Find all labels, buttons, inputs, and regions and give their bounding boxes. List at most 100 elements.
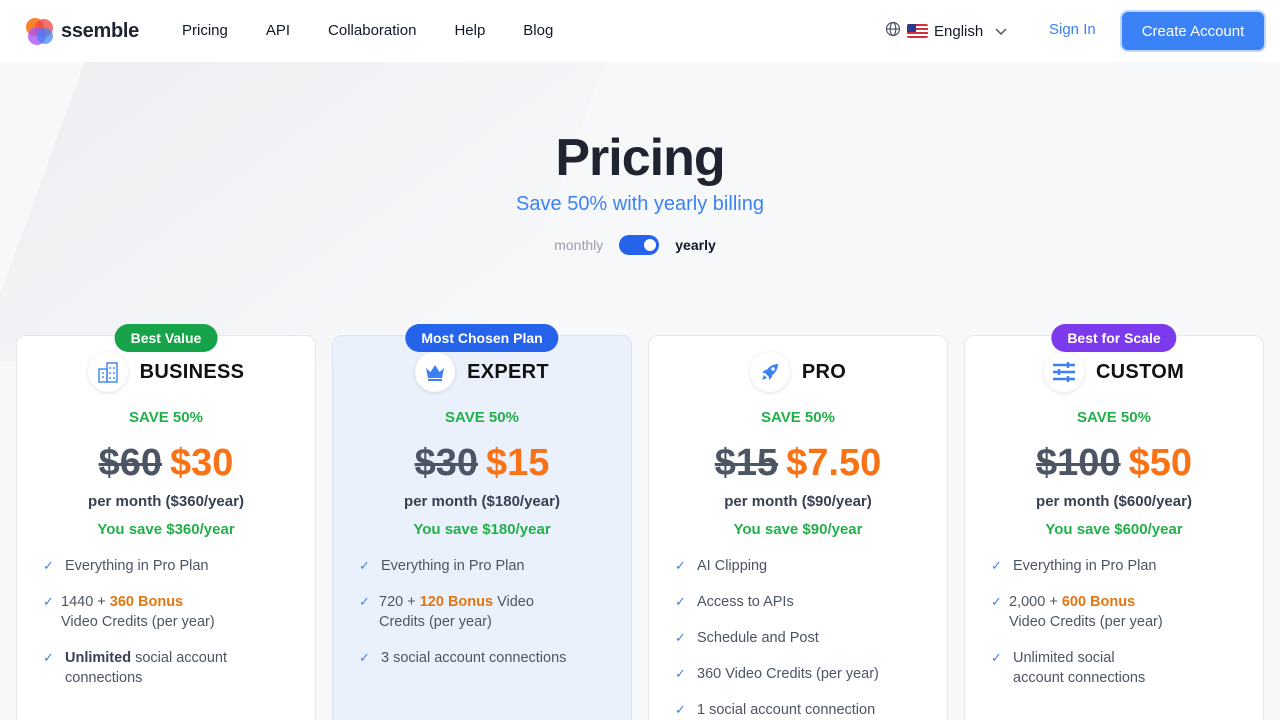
plan-card-pro: PRO SAVE 50% $15 $7.50 per month ($90/yea… xyxy=(648,335,948,720)
feature-item: ✓ 360 Video Credits (per year) xyxy=(675,666,879,682)
page-title: Pricing xyxy=(555,129,725,187)
top-navbar: ssemble Pricing API Collaboration Help B… xyxy=(0,0,1280,62)
feature-item: ✓ Everything in Pro Plan xyxy=(43,558,209,574)
feature-list: ✓ Everything in Pro Plan ✓ 1440 + 360 Bonu… xyxy=(43,556,295,704)
plan-header: CUSTOM xyxy=(965,352,1263,392)
check-icon: ✓ xyxy=(991,594,1002,609)
main-nav: Pricing API Collaboration Help Blog xyxy=(182,22,553,39)
plan-badge: Most Chosen Plan xyxy=(405,324,559,352)
plan-card-expert: Most Chosen Plan EXPERT SAVE 50% $30 $15 … xyxy=(332,324,632,720)
feature-item: ✓ Unlimited social account connections xyxy=(991,650,1146,686)
check-icon: ✓ xyxy=(43,650,54,665)
yearly-savings: You save $180/year xyxy=(413,521,551,538)
feature-item: ✓ 1440 + 360 Bonus Video Credits (per year… xyxy=(43,594,215,630)
monthly-label[interactable]: monthly xyxy=(554,237,603,253)
plan-name: BUSINESS xyxy=(139,360,245,383)
check-icon: ✓ xyxy=(359,650,370,665)
original-price: $15 xyxy=(714,442,779,484)
price-period: per month ($360/year) xyxy=(88,493,244,510)
price-period: per month ($180/year) xyxy=(404,493,560,510)
toggle-knob xyxy=(644,239,657,251)
feature-item: ✓ Access to APIs xyxy=(675,594,794,610)
rocket-icon xyxy=(749,352,790,392)
plan-name: CUSTOM xyxy=(1095,360,1185,383)
building-icon xyxy=(87,352,128,392)
language-label: English xyxy=(934,22,984,40)
nav-help[interactable]: Help xyxy=(454,22,485,39)
nav-collaboration[interactable]: Collaboration xyxy=(328,22,416,39)
yearly-savings: You save $600/year xyxy=(1045,521,1183,538)
feature-item: ✓ 1 social account connection xyxy=(675,702,876,718)
us-flag-icon xyxy=(907,24,928,38)
plan-header: EXPERT xyxy=(333,352,631,392)
nav-pricing[interactable]: Pricing xyxy=(182,22,228,39)
save-percent: SAVE 50% xyxy=(1077,409,1151,426)
save-percent: SAVE 50% xyxy=(761,409,835,426)
original-price: $60 xyxy=(98,442,162,484)
check-icon: ✓ xyxy=(991,558,1002,573)
original-price: $100 xyxy=(1036,442,1121,484)
language-selector[interactable]: English xyxy=(885,21,1007,41)
plan-badge: Best Value xyxy=(114,324,218,352)
discounted-price: $15 xyxy=(486,442,550,484)
nav-blog[interactable]: Blog xyxy=(523,22,553,39)
price-row: $30 $15 xyxy=(333,442,631,485)
original-price: $30 xyxy=(414,442,478,484)
plan-header: BUSINESS xyxy=(17,352,315,392)
plan-card-business: Best Value BUSINESS SAVE 50% $60 $30 per … xyxy=(16,324,316,720)
price-period: per month ($600/year) xyxy=(1036,493,1192,510)
plan-header: PRO xyxy=(649,352,947,392)
save-percent: SAVE 50% xyxy=(129,409,203,426)
check-icon: ✓ xyxy=(359,558,370,573)
create-account-button[interactable]: Create Account xyxy=(1122,12,1264,50)
sign-in-link[interactable]: Sign In xyxy=(1049,21,1096,38)
billing-toggle[interactable] xyxy=(619,235,660,255)
price-period: per month ($90/year) xyxy=(724,493,872,510)
feature-item: ✓ 720 + 120 Bonus Video Credits (per year… xyxy=(359,594,534,630)
yearly-label[interactable]: yearly xyxy=(675,237,715,253)
feature-item: ✓ Schedule and Post xyxy=(675,630,819,646)
discounted-price: $30 xyxy=(170,442,234,484)
bonus-credits: 120 Bonus xyxy=(419,594,494,610)
nav-api[interactable]: API xyxy=(266,22,290,39)
price-row: $15 $7.50 xyxy=(649,442,947,485)
bonus-credits: 360 Bonus xyxy=(109,594,184,610)
check-icon: ✓ xyxy=(43,558,54,573)
feature-list: ✓ AI Clipping ✓ Access to APIs ✓ Schedule a… xyxy=(675,556,927,720)
chevron-down-icon xyxy=(995,23,1007,40)
check-icon: ✓ xyxy=(675,558,686,573)
plan-name: PRO xyxy=(801,360,847,383)
discounted-price: $50 xyxy=(1128,442,1192,484)
bonus-credits: 600 Bonus xyxy=(1061,594,1136,610)
ssemble-logo-icon xyxy=(24,16,55,47)
feature-item: ✓ Unlimited social account connections xyxy=(43,650,227,686)
check-icon: ✓ xyxy=(675,666,686,681)
check-icon: ✓ xyxy=(675,594,686,609)
check-icon: ✓ xyxy=(675,630,686,645)
feature-list: ✓ Everything in Pro Plan ✓ 2,000 + 600 Bon… xyxy=(991,556,1243,704)
plan-card-custom: Best for Scale CUSTOM SAVE 50% $100 $50 p… xyxy=(964,324,1264,720)
yearly-savings: You save $90/year xyxy=(733,521,863,538)
check-icon: ✓ xyxy=(991,650,1002,665)
discounted-price: $7.50 xyxy=(786,442,882,484)
save-percent: SAVE 50% xyxy=(445,409,519,426)
check-icon: ✓ xyxy=(43,594,54,609)
check-icon: ✓ xyxy=(675,702,686,717)
globe-icon xyxy=(885,21,901,41)
feature-item: ✓ AI Clipping xyxy=(675,558,768,574)
feature-item: ✓ Everything in Pro Plan xyxy=(359,558,525,574)
sliders-icon xyxy=(1043,352,1084,392)
billing-toggle-group: monthly yearly xyxy=(0,235,1280,255)
feature-list: ✓ Everything in Pro Plan ✓ 720 + 120 Bonus… xyxy=(359,556,611,684)
check-icon: ✓ xyxy=(359,594,370,609)
logo[interactable]: ssemble xyxy=(24,16,139,47)
crown-icon xyxy=(415,352,456,392)
feature-item: ✓ 3 social account connections xyxy=(359,650,567,666)
price-row: $100 $50 xyxy=(965,442,1263,485)
logo-text: ssemble xyxy=(61,20,139,42)
price-row: $60 $30 xyxy=(17,442,315,485)
plan-name: EXPERT xyxy=(467,360,549,383)
plan-badge: Best for Scale xyxy=(1051,324,1177,352)
feature-item: ✓ Everything in Pro Plan xyxy=(991,558,1157,574)
feature-item: ✓ 2,000 + 600 Bonus Video Credits (per yea… xyxy=(991,594,1163,630)
